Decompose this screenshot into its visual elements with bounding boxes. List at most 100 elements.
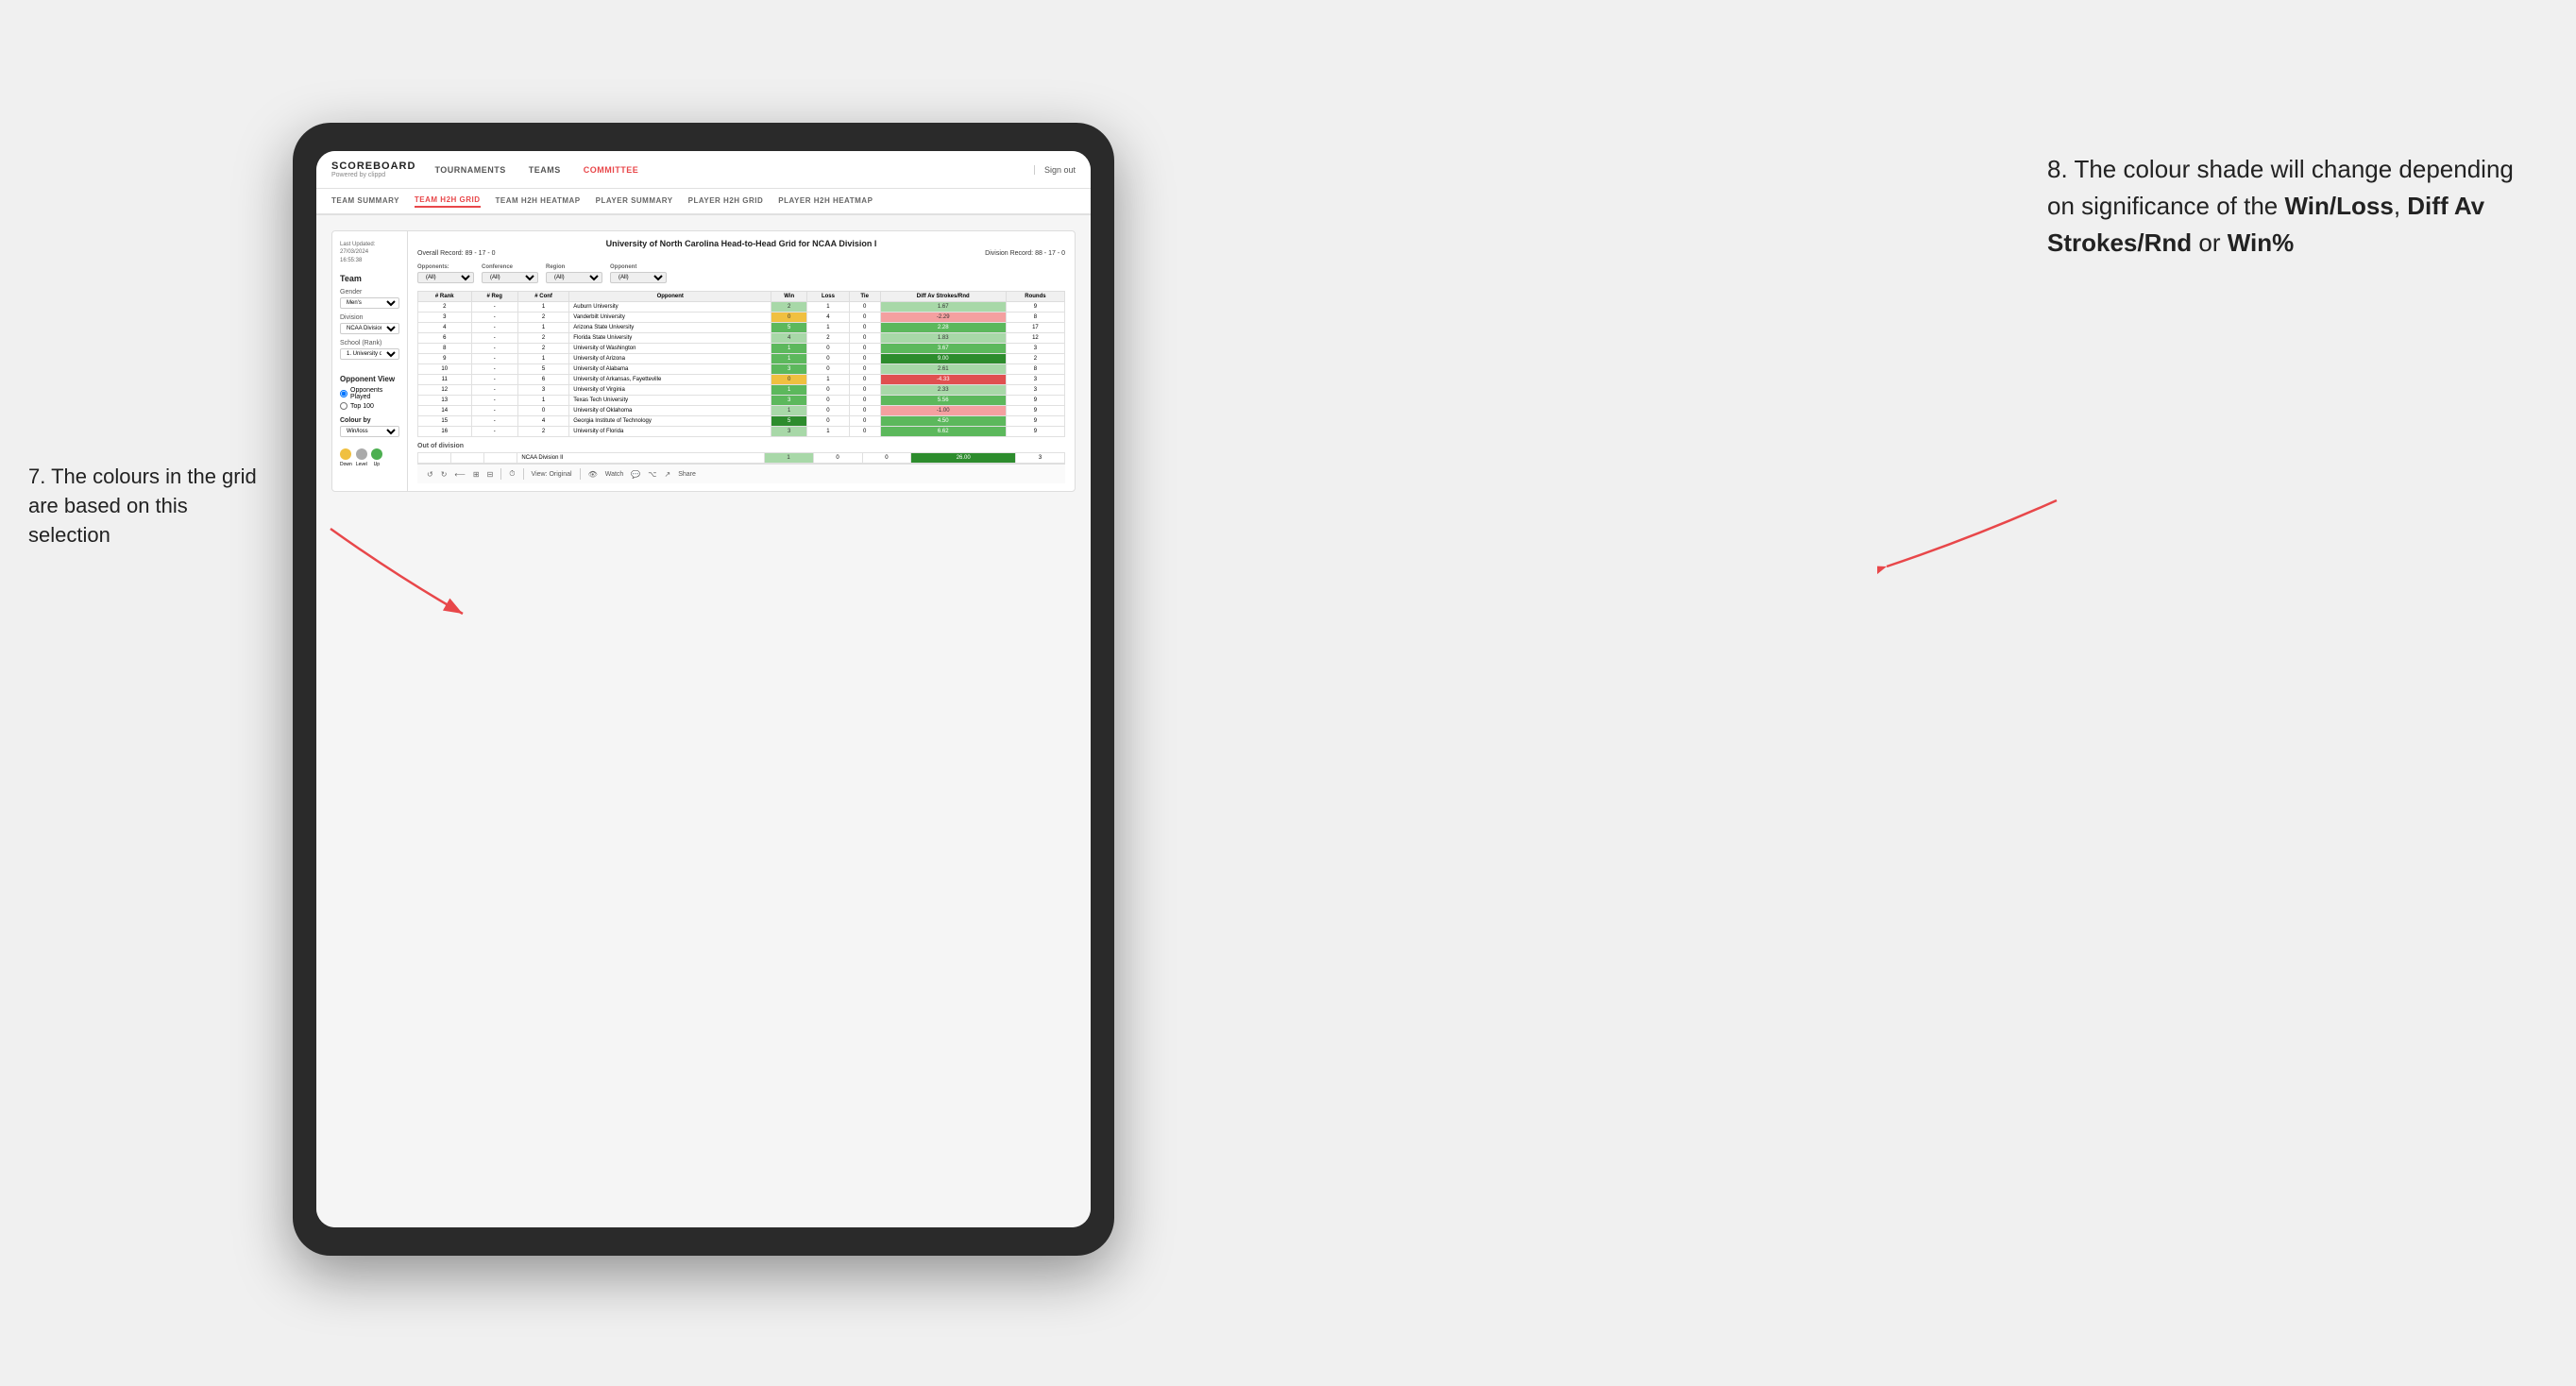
tablet-frame: SCOREBOARD Powered by clippd TOURNAMENTS…	[293, 123, 1114, 1256]
toolbar-network[interactable]: ⌥	[648, 470, 656, 479]
toolbar-share-label[interactable]: Share	[678, 471, 696, 478]
sidebar: Last Updated: 27/03/2024 16:55:38 Team G…	[332, 231, 408, 491]
sidebar-school-select[interactable]: 1. University of Nort...	[340, 348, 399, 360]
division-record: Division Record: 88 - 17 - 0	[985, 250, 1065, 257]
table-row: 3-2Vanderbilt University040-2.298	[418, 313, 1065, 323]
legend-up-dot	[371, 448, 382, 460]
ood-conf	[484, 453, 517, 464]
ood-diff: 26.00	[911, 453, 1016, 464]
legend-down-dot	[340, 448, 351, 460]
sidebar-opponent-view-title: Opponent View	[340, 375, 399, 383]
ood-rank	[418, 453, 451, 464]
table-row: 15-4Georgia Institute of Technology5004.…	[418, 416, 1065, 427]
sidebar-colour-by-select[interactable]: Win/loss	[340, 426, 399, 437]
logo-area: SCOREBOARD Powered by clippd	[331, 161, 415, 178]
toolbar-clock[interactable]: ⏱	[509, 469, 515, 479]
toolbar-redo[interactable]: ↻	[441, 470, 448, 479]
toolbar-undo[interactable]: ↺	[427, 470, 433, 479]
sidebar-school-label: School (Rank)	[340, 340, 399, 346]
legend-level-label: Level	[356, 462, 367, 467]
sidebar-division-select[interactable]: NCAA Division I	[340, 323, 399, 334]
toolbar-back[interactable]: ⟵	[454, 470, 465, 479]
out-of-division-table: NCAA Division II 1 0 0 26.00 3	[417, 452, 1065, 464]
col-tie: Tie	[849, 292, 880, 302]
filter-opponents: Opponents: (All)	[417, 264, 474, 283]
table-row: 13-1Texas Tech University3005.569	[418, 396, 1065, 406]
opponents-played-label: Opponents Played	[350, 387, 399, 400]
sidebar-gender-select[interactable]: Men's	[340, 297, 399, 309]
main-content: Last Updated: 27/03/2024 16:55:38 Team G…	[316, 215, 1091, 1227]
filter-opponents-label: Opponents:	[417, 264, 474, 270]
sub-nav: TEAM SUMMARY TEAM H2H GRID TEAM H2H HEAT…	[316, 189, 1091, 215]
table-row: 8-2University of Washington1003.673	[418, 344, 1065, 354]
toolbar: ↺ ↻ ⟵ ⊞ ⊟ ⏱ View: Original 👁 Watch 💬 ⌥	[417, 464, 1065, 483]
nav-teams[interactable]: TEAMS	[529, 165, 561, 175]
nav-committee[interactable]: COMMITTEE	[584, 165, 639, 175]
filter-opponent-select[interactable]: (All)	[610, 272, 667, 283]
logo-text: SCOREBOARD	[331, 161, 415, 172]
filter-opponent-label: Opponent	[610, 264, 667, 270]
toolbar-eye: 👁	[588, 470, 598, 479]
table-row: 6-2Florida State University4201.8312	[418, 333, 1065, 344]
table-row: 14-0University of Oklahoma100-1.009	[418, 406, 1065, 416]
logo-sub: Powered by clippd	[331, 172, 415, 178]
sign-out[interactable]: Sign out	[1034, 165, 1076, 175]
table-row: 16-2University of Florida3106.629	[418, 427, 1065, 437]
top100-label: Top 100	[350, 403, 374, 410]
table-row: 11-6University of Arkansas, Fayetteville…	[418, 375, 1065, 385]
toolbar-divider	[500, 468, 501, 480]
filter-opponents-select[interactable]: (All)	[417, 272, 474, 283]
annotation-left: 7. The colours in the grid are based on …	[28, 463, 274, 549]
sidebar-radio-opponents-played: Opponents Played	[340, 387, 399, 400]
toolbar-divider2	[523, 468, 524, 480]
sidebar-timestamp: Last Updated: 27/03/2024 16:55:38	[340, 241, 399, 264]
toolbar-crop[interactable]: ⊞	[473, 470, 480, 479]
tab-team-h2h-grid[interactable]: TEAM H2H GRID	[415, 195, 481, 208]
sidebar-radio-top100: Top 100	[340, 402, 399, 410]
col-reg: # Reg	[471, 292, 517, 302]
sidebar-division-label: Division	[340, 314, 399, 321]
tablet-screen: SCOREBOARD Powered by clippd TOURNAMENTS…	[316, 151, 1091, 1227]
tab-team-h2h-heatmap[interactable]: TEAM H2H HEATMAP	[496, 196, 581, 207]
grid-area: University of North Carolina Head-to-Hea…	[408, 231, 1075, 491]
filter-conference-select[interactable]: (All)	[482, 272, 538, 283]
sidebar-colour-by-title: Colour by	[340, 417, 399, 424]
table-row: 4-1Arizona State University5102.2817	[418, 323, 1065, 333]
toolbar-grid[interactable]: ⊟	[487, 470, 494, 479]
filter-region: Region (All)	[546, 264, 602, 283]
toolbar-watch-label[interactable]: Watch	[605, 471, 624, 478]
col-opponent: Opponent	[569, 292, 771, 302]
col-diff: Diff Av Strokes/Rnd	[880, 292, 1006, 302]
sidebar-legend: Down Level Up	[340, 448, 399, 467]
out-of-division-label: Out of division	[417, 443, 1065, 449]
annotation-right: 8. The colour shade will change dependin…	[2047, 151, 2519, 262]
main-nav: TOURNAMENTS TEAMS COMMITTEE	[434, 165, 1034, 175]
app-header: SCOREBOARD Powered by clippd TOURNAMENTS…	[316, 151, 1091, 189]
tab-player-summary[interactable]: PLAYER SUMMARY	[596, 196, 673, 207]
col-rank: # Rank	[418, 292, 472, 302]
col-rounds: Rounds	[1006, 292, 1064, 302]
toolbar-comment[interactable]: 💬	[631, 470, 640, 479]
nav-tournaments[interactable]: TOURNAMENTS	[434, 165, 505, 175]
tab-team-summary[interactable]: TEAM SUMMARY	[331, 196, 399, 207]
table-row: 2-1Auburn University2101.679	[418, 302, 1065, 313]
tab-player-h2h-heatmap[interactable]: PLAYER H2H HEATMAP	[778, 196, 873, 207]
toolbar-share-icon[interactable]: ↗	[665, 470, 671, 479]
ood-label: NCAA Division II	[517, 453, 764, 464]
sidebar-gender-label: Gender	[340, 289, 399, 296]
filter-opponent: Opponent (All)	[610, 264, 667, 283]
grid-records: Overall Record: 89 - 17 - 0 Division Rec…	[417, 250, 1065, 257]
sidebar-team-title: Team	[340, 274, 399, 283]
legend-down-label: Down	[340, 462, 352, 467]
legend-down: Down	[340, 448, 352, 467]
table-row: 10-5University of Alabama3002.618	[418, 364, 1065, 375]
legend-up: Up	[371, 448, 382, 467]
grid-title: University of North Carolina Head-to-Hea…	[417, 239, 1065, 248]
filter-region-select[interactable]: (All)	[546, 272, 602, 283]
col-win: Win	[771, 292, 807, 302]
filter-conference-label: Conference	[482, 264, 538, 270]
out-of-division-row: NCAA Division II 1 0 0 26.00 3	[418, 453, 1065, 464]
legend-level: Level	[356, 448, 367, 467]
arrow-right-svg	[1877, 491, 2066, 585]
tab-player-h2h-grid[interactable]: PLAYER H2H GRID	[688, 196, 764, 207]
